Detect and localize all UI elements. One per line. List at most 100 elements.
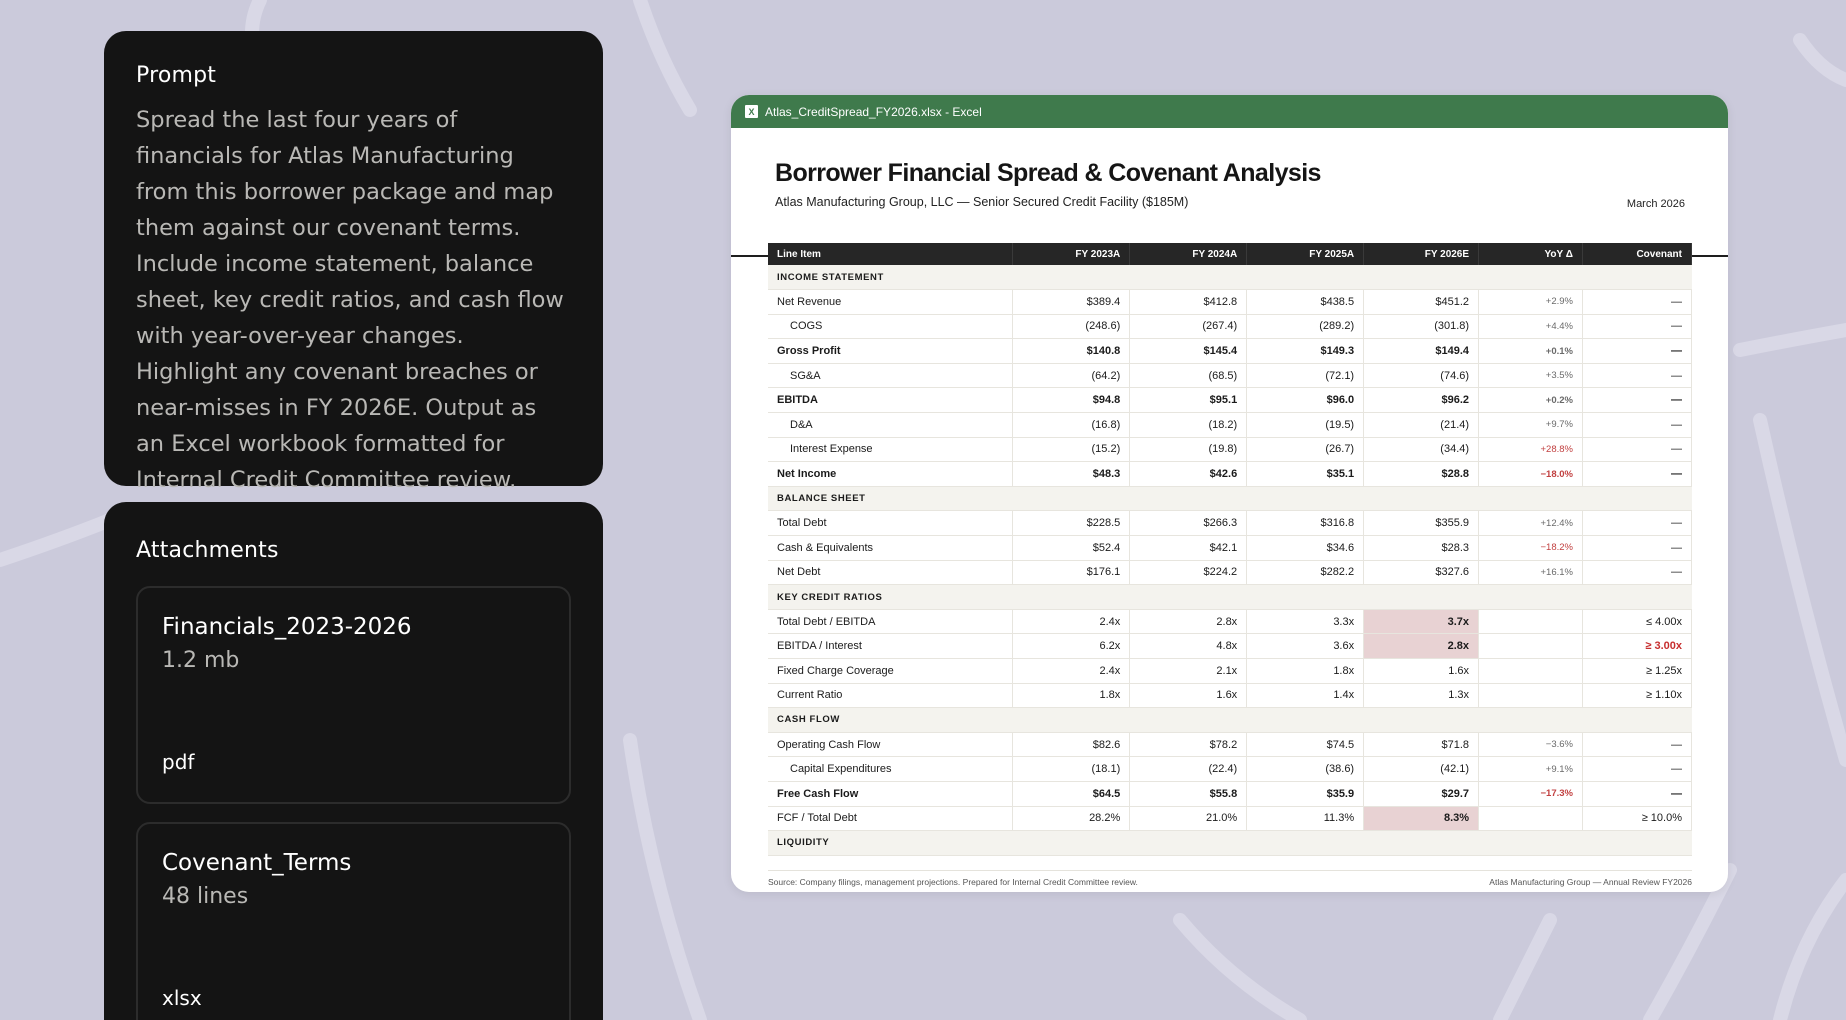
cell[interactable]: $74.5 xyxy=(1246,732,1365,758)
cell[interactable]: (68.5) xyxy=(1129,363,1248,389)
cell[interactable]: (248.6) xyxy=(1012,314,1131,340)
cell[interactable]: $438.5 xyxy=(1246,289,1365,315)
cell[interactable]: 1.8x xyxy=(1246,658,1365,684)
section-label[interactable]: KEY CREDIT RATIOS xyxy=(768,584,1692,610)
cell[interactable]: 3.3x xyxy=(1246,609,1365,635)
cell[interactable]: COGS xyxy=(768,314,1014,340)
col-header[interactable]: YoY Δ xyxy=(1478,243,1583,265)
cell[interactable]: $145.4 xyxy=(1129,338,1248,364)
col-header[interactable]: FY 2025A xyxy=(1246,243,1365,265)
cell[interactable]: Free Cash Flow xyxy=(768,781,1014,807)
cell[interactable]: (18.2) xyxy=(1129,412,1248,438)
cell[interactable]: (301.8) xyxy=(1363,314,1480,340)
col-header[interactable]: FY 2023A xyxy=(1012,243,1131,265)
cell[interactable]: −18.2% xyxy=(1478,535,1583,561)
cell[interactable]: 4.8x xyxy=(1129,633,1248,659)
cell[interactable]: — xyxy=(1582,461,1692,487)
cell[interactable]: Net Revenue xyxy=(768,289,1014,315)
attachment-file[interactable]: Covenant_Terms 48 lines xlsx xyxy=(136,822,571,1020)
cell[interactable]: Net Debt xyxy=(768,560,1014,586)
cell[interactable]: +0.1% xyxy=(1478,338,1583,364)
cell[interactable]: — xyxy=(1582,387,1692,414)
cell[interactable]: 2.1x xyxy=(1129,658,1248,684)
cell[interactable]: $140.8 xyxy=(1012,338,1131,364)
cell[interactable]: EBITDA xyxy=(768,387,1014,414)
cell[interactable]: ≥ 10.0% xyxy=(1582,806,1692,832)
cell[interactable]: $78.2 xyxy=(1129,732,1248,758)
cell[interactable]: Gross Profit xyxy=(768,338,1014,364)
col-header[interactable]: Covenant xyxy=(1582,243,1692,265)
cell[interactable]: 2.4x xyxy=(1012,609,1131,635)
cell[interactable]: — xyxy=(1582,535,1692,561)
cell[interactable]: −3.6% xyxy=(1478,732,1583,758)
cell[interactable]: $28.8 xyxy=(1363,461,1480,487)
cell[interactable]: 3.6x xyxy=(1246,633,1365,659)
cell[interactable]: (64.2) xyxy=(1012,363,1131,389)
cell[interactable]: $64.5 xyxy=(1012,781,1131,807)
cell[interactable]: $34.6 xyxy=(1246,535,1365,561)
cell[interactable]: (16.8) xyxy=(1012,412,1131,438)
cell[interactable]: D&A xyxy=(768,412,1014,438)
cell[interactable]: ≥ 1.25x xyxy=(1582,658,1692,684)
cell[interactable]: $48.3 xyxy=(1012,461,1131,487)
cell[interactable]: $35.9 xyxy=(1246,781,1365,807)
cell[interactable]: (74.6) xyxy=(1363,363,1480,389)
section-label[interactable]: INCOME STATEMENT xyxy=(768,265,1692,291)
cell[interactable]: $224.2 xyxy=(1129,560,1248,586)
highlighted-cell[interactable]: 8.3% xyxy=(1363,806,1480,832)
cell[interactable]: $228.5 xyxy=(1012,510,1131,537)
cell[interactable]: $29.7 xyxy=(1363,781,1480,807)
cell[interactable]: 1.6x xyxy=(1129,683,1248,709)
cell[interactable]: +12.4% xyxy=(1478,510,1583,537)
cell[interactable]: — xyxy=(1582,732,1692,758)
cell[interactable]: 28.2% xyxy=(1012,806,1131,832)
cell[interactable]: Operating Cash Flow xyxy=(768,732,1014,758)
cell[interactable]: $28.3 xyxy=(1363,535,1480,561)
cell[interactable]: (18.1) xyxy=(1012,756,1131,782)
attachment-file[interactable]: Financials_2023-2026 1.2 mb pdf xyxy=(136,586,571,804)
cell[interactable]: (15.2) xyxy=(1012,437,1131,463)
cell[interactable]: — xyxy=(1582,560,1692,586)
cell[interactable]: $94.8 xyxy=(1012,387,1131,414)
cell[interactable]: — xyxy=(1582,756,1692,782)
cell[interactable]: ≥ 1.10x xyxy=(1582,683,1692,709)
cell[interactable]: $355.9 xyxy=(1363,510,1480,537)
covenant-breach-cell[interactable]: ≥ 3.00x xyxy=(1582,633,1692,659)
cell[interactable]: — xyxy=(1582,781,1692,807)
cell[interactable]: Total Debt xyxy=(768,510,1014,537)
cell[interactable]: — xyxy=(1582,510,1692,537)
cell[interactable]: 2.4x xyxy=(1012,658,1131,684)
cell[interactable]: $451.2 xyxy=(1363,289,1480,315)
cell[interactable]: +16.1% xyxy=(1478,560,1583,586)
cell[interactable]: (19.8) xyxy=(1129,437,1248,463)
cell[interactable]: $71.8 xyxy=(1363,732,1480,758)
cell[interactable]: — xyxy=(1582,314,1692,340)
cell[interactable]: (21.4) xyxy=(1363,412,1480,438)
cell[interactable]: +9.7% xyxy=(1478,412,1583,438)
cell[interactable]: $176.1 xyxy=(1012,560,1131,586)
col-header[interactable]: FY 2026E xyxy=(1363,243,1480,265)
cell[interactable]: 1.8x xyxy=(1012,683,1131,709)
cell[interactable]: (22.4) xyxy=(1129,756,1248,782)
spreadsheet[interactable]: Line Item FY 2023A FY 2024A FY 2025A FY … xyxy=(768,243,1692,863)
cell[interactable]: +0.2% xyxy=(1478,387,1583,414)
cell[interactable]: 6.2x xyxy=(1012,633,1131,659)
cell[interactable]: 21.0% xyxy=(1129,806,1248,832)
cell[interactable]: ≤ 4.00x xyxy=(1582,609,1692,635)
col-header[interactable]: FY 2024A xyxy=(1129,243,1248,265)
cell[interactable]: — xyxy=(1582,437,1692,463)
col-header[interactable]: Line Item xyxy=(768,243,1014,265)
cell[interactable]: — xyxy=(1582,412,1692,438)
cell[interactable]: +4.4% xyxy=(1478,314,1583,340)
cell[interactable]: +28.8% xyxy=(1478,437,1583,463)
cell[interactable]: $96.2 xyxy=(1363,387,1480,414)
cell[interactable]: Interest Expense xyxy=(768,437,1014,463)
section-label[interactable]: LIQUIDITY xyxy=(768,830,1692,856)
highlighted-cell[interactable]: 3.7x xyxy=(1363,609,1480,635)
section-label[interactable]: BALANCE SHEET xyxy=(768,486,1692,512)
cell[interactable]: $35.1 xyxy=(1246,461,1365,487)
cell[interactable]: (42.1) xyxy=(1363,756,1480,782)
cell[interactable]: $52.4 xyxy=(1012,535,1131,561)
cell[interactable]: −17.3% xyxy=(1478,781,1583,807)
cell[interactable]: Cash & Equivalents xyxy=(768,535,1014,561)
